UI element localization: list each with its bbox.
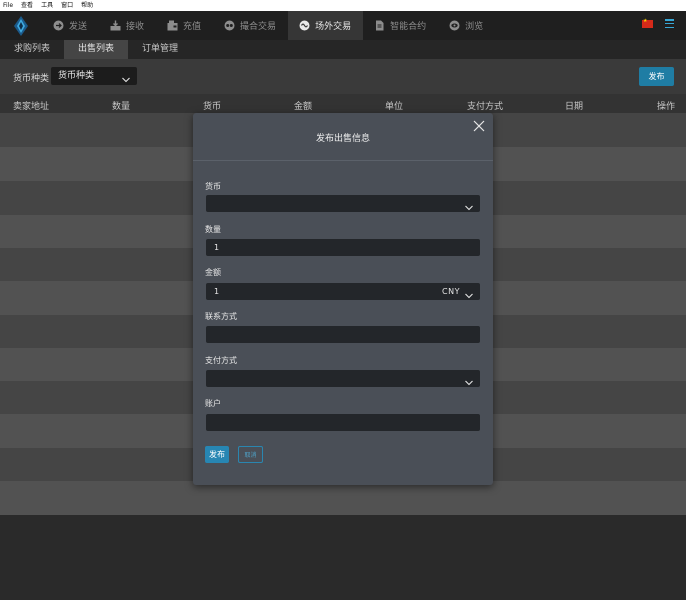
col-payment-method: 支付方式: [467, 102, 504, 112]
app-menubar: File 查看 工具 窗口 帮助: [0, 0, 686, 11]
col-amount: 金额: [294, 102, 313, 112]
quantity-label: 数量: [205, 225, 221, 234]
nav-receive-label: 接收: [126, 22, 145, 32]
menu-window[interactable]: 窗口: [61, 0, 73, 11]
tab-sell-list[interactable]: 出售列表: [64, 40, 129, 59]
china-flag-icon[interactable]: [642, 18, 653, 28]
payment-method-select[interactable]: [206, 370, 480, 387]
contact-label: 联系方式: [205, 312, 237, 321]
nav-recharge-label: 充值: [183, 22, 202, 32]
menu-file[interactable]: File: [3, 0, 13, 11]
dialog-title: 发布出售信息: [315, 134, 370, 144]
sub-tabs: 求购列表 出售列表 订单管理: [0, 40, 686, 59]
wallet-icon: [167, 20, 178, 31]
col-date: 日期: [565, 102, 584, 112]
nav-smart-contract-label: 智能合约: [390, 22, 427, 32]
nav-smart-contract[interactable]: 智能合约: [363, 11, 438, 40]
payment-method-label: 支付方式: [205, 356, 237, 365]
document-icon: [374, 20, 385, 31]
nav-send-label: 发送: [69, 22, 88, 32]
menu-view[interactable]: 查看: [21, 0, 33, 11]
chevron-down-icon: [122, 72, 130, 90]
exchange-icon: [224, 20, 235, 31]
app-logo-icon: [0, 11, 42, 40]
amount-label: 金额: [205, 268, 221, 277]
tab-buy-list[interactable]: 求购列表: [0, 40, 64, 59]
download-icon: [110, 20, 121, 31]
close-icon[interactable]: [473, 120, 485, 132]
dialog-cancel-button[interactable]: 取消: [238, 446, 263, 463]
col-quantity: 数量: [112, 102, 131, 112]
publish-button[interactable]: 发布: [639, 67, 674, 86]
publish-sell-dialog: 发布出售信息 货币 数量 1 金额 1 CNY 联系方式 支付方式 账户 发布 …: [193, 113, 493, 485]
chevron-down-icon: [465, 200, 473, 217]
nav-browse[interactable]: 浏览: [438, 11, 495, 40]
nav-otc-trade-label: 场外交易: [315, 22, 352, 32]
amount-input-value: 1: [214, 287, 220, 296]
col-seller-address: 卖家地址: [13, 102, 50, 112]
account-label: 账户: [205, 399, 221, 408]
chevron-down-icon[interactable]: [465, 288, 473, 305]
col-actions: 操作: [657, 102, 676, 112]
filter-bar: 货币种类 货币种类: [0, 59, 686, 94]
currency-type-value: 货币种类: [58, 71, 95, 81]
nav-browse-label: 浏览: [465, 22, 484, 32]
menu-tools[interactable]: 工具: [41, 0, 53, 11]
otc-icon: [299, 20, 310, 31]
dialog-publish-button[interactable]: 发布: [205, 446, 229, 463]
tab-order-management[interactable]: 订单管理: [128, 40, 192, 59]
col-unit: 单位: [385, 102, 404, 112]
currency-type-select[interactable]: 货币种类: [51, 67, 137, 85]
menu-help[interactable]: 帮助: [81, 0, 93, 11]
amount-input[interactable]: 1 CNY: [206, 283, 480, 300]
nav-matching-trade[interactable]: 撮合交易: [213, 11, 288, 40]
top-navigation: 发送 接收 充值 撮合交易 场外交易 智能合约 浏览: [0, 11, 686, 40]
nav-send[interactable]: 发送: [42, 11, 99, 40]
send-icon: [53, 20, 64, 31]
eye-icon: [449, 20, 460, 31]
nav-receive[interactable]: 接收: [99, 11, 156, 40]
chevron-down-icon: [465, 375, 473, 392]
hamburger-menu-icon[interactable]: [665, 19, 674, 28]
table-row: [0, 481, 686, 515]
currency-label: 货币: [205, 182, 221, 191]
amount-unit: CNY: [442, 287, 460, 296]
nav-matching-trade-label: 撮合交易: [240, 22, 277, 32]
nav-recharge[interactable]: 充值: [156, 11, 213, 40]
currency-select[interactable]: [206, 195, 480, 212]
col-currency: 货币: [203, 102, 222, 112]
account-input[interactable]: [206, 414, 480, 431]
currency-type-label: 货币种类: [13, 74, 50, 84]
dialog-divider: [193, 160, 493, 161]
nav-otc-trade[interactable]: 场外交易: [288, 11, 364, 40]
quantity-input[interactable]: 1: [206, 239, 480, 256]
table-header: 卖家地址 数量 货币 金额 单位 支付方式 日期 操作: [0, 94, 686, 113]
contact-input[interactable]: [206, 326, 480, 343]
